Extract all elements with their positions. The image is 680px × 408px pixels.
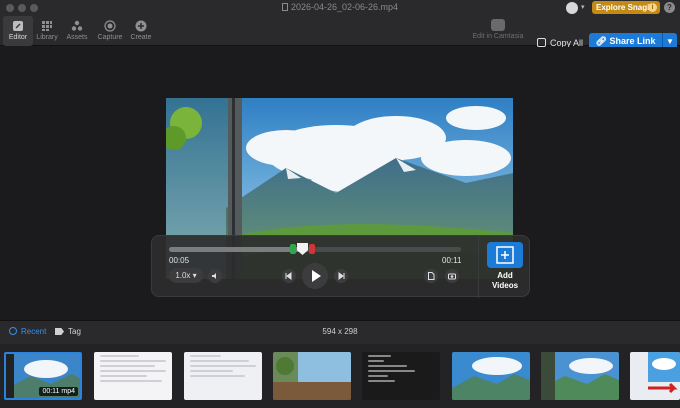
image-dimensions: 594 x 298 [322,327,358,336]
player-controls: 00:05 00:11 1.0x ▾ Add Videos [151,235,531,298]
tray-thumb-2[interactable] [94,352,172,400]
editor-canvas: 00:05 00:11 1.0x ▾ Add Videos [0,47,680,319]
assets-icon [71,20,83,31]
tab-editor-label: Editor [8,34,28,41]
main-toolbar: Editor Library Assets Capture Create Cop… [0,16,680,50]
create-icon [135,20,147,32]
camtasia-label: Edit in Camtasia [472,33,524,40]
thumb-image [630,352,680,400]
duration: 00:11 [442,256,462,265]
tab-capture[interactable]: Capture [95,16,125,46]
tab-assets-label: Assets [66,34,88,41]
thumb-document [94,355,172,382]
film-add-icon [487,242,523,268]
add-videos-label-line2: Videos [491,281,519,290]
skip-forward-icon[interactable] [334,269,348,283]
trim-start-handle[interactable] [290,244,296,254]
info-icon: i [648,3,657,12]
tab-assets[interactable]: Assets [62,16,92,46]
share-link-label: Share Link [609,36,656,46]
recent-tray: 00:11 mp4 [0,344,680,408]
play-button[interactable] [302,263,328,289]
profile-avatar[interactable] [566,2,578,14]
tray-thumb-3[interactable] [184,352,262,400]
thumb-image [273,352,351,400]
add-videos-label-line1: Add [497,271,513,280]
trim-end-handle[interactable] [309,244,315,254]
thumb-document [184,355,262,377]
tray-bar: Recent Tag 594 x 298 [0,320,680,344]
link-icon: 🔗︎ [595,36,607,46]
add-videos-button[interactable]: Add Videos [478,236,531,298]
skip-back-icon[interactable] [282,269,296,283]
capture-icon [104,20,116,32]
chevron-down-icon[interactable]: ▾ [581,3,585,11]
explore-label: Explore Snagit [596,3,653,12]
thumb-image [452,352,530,400]
edit-in-camtasia-button[interactable]: Edit in Camtasia [470,16,526,46]
thumb-image [541,352,619,400]
copy-icon [537,38,546,47]
camtasia-icon [491,19,505,31]
tray-thumb-5[interactable] [362,352,440,400]
tab-capture-label: Capture [97,34,123,41]
tray-thumb-4[interactable] [273,352,351,400]
title-bar: 2026-04-26_02-06-26.mp4 ▾ Explore Snagit… [0,0,680,16]
tab-library[interactable]: Library [32,16,62,46]
thumb-duration-label: 00:11 mp4 [39,387,78,396]
chevron-down-icon: ▼ [666,37,674,46]
volume-icon[interactable] [208,269,222,283]
library-icon [42,21,52,31]
tray-thumb-8[interactable] [630,352,680,400]
tab-editor[interactable]: Editor [3,16,33,46]
playhead[interactable] [297,243,308,255]
explore-snagit-button[interactable]: Explore Snagit i [592,1,660,14]
help-button[interactable]: ? [664,2,675,13]
timeline-progress [169,247,301,252]
window-title-text: 2026-04-26_02-06-26.mp4 [290,2,399,12]
current-time: 00:05 [169,256,190,265]
speed-value: 1.0x [175,271,191,280]
tab-library-label: Library [36,34,58,41]
document-icon [281,3,288,11]
tray-thumb-video[interactable]: 00:11 mp4 [4,352,82,400]
camera-icon[interactable] [445,269,459,283]
chevron-down-icon: ▾ [192,271,197,280]
tab-create[interactable]: Create [126,16,156,46]
tray-thumb-6[interactable] [452,352,530,400]
tab-create-label: Create [130,34,152,41]
tray-thumb-7[interactable] [541,352,619,400]
editor-icon [13,21,23,31]
export-frame-icon[interactable] [424,269,438,283]
thumb-document [362,355,440,382]
playback-speed-select[interactable]: 1.0x ▾ [169,268,203,283]
window-title: 2026-04-26_02-06-26.mp4 [0,2,680,12]
